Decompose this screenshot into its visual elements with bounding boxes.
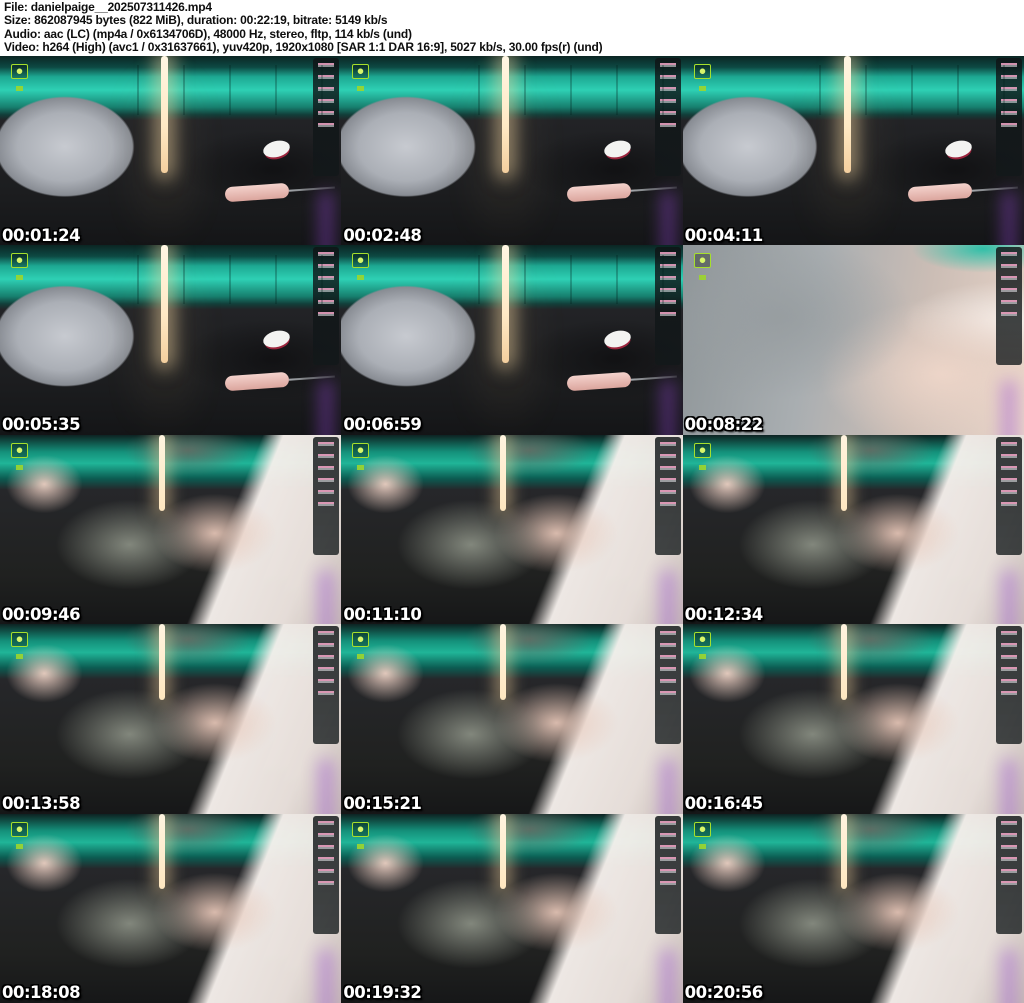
video-thumbnail: 00:12:34: [682, 434, 1024, 625]
overlay-panel-shape: [654, 626, 681, 745]
stream-badge-icon: [693, 253, 711, 269]
thumbnail-image-placeholder: [0, 56, 342, 246]
thumbnail-image-placeholder: [0, 813, 342, 1003]
overlay-panel-shape: [313, 436, 340, 555]
thumbnail-image-placeholder: [682, 245, 1024, 435]
thumbnail-image-placeholder: [682, 624, 1024, 814]
stream-badge-icon: [352, 632, 370, 648]
stream-badge-icon: [352, 821, 370, 837]
video-thumbnail: 00:01:24: [0, 56, 342, 246]
timestamp-label: 00:19:32: [343, 983, 422, 1003]
video-info-line: Video: h264 (High) (avc1 / 0x31637661), …: [4, 40, 603, 55]
thumbnail-image-placeholder: [0, 245, 342, 435]
overlay-panel-shape: [313, 626, 340, 745]
stream-badge-icon: [11, 442, 28, 458]
overlay-panel-shape: [654, 247, 681, 366]
thumbnail-image-placeholder: [341, 56, 683, 246]
pink-object-shape: [907, 182, 973, 202]
video-thumbnail: 00:09:46: [0, 434, 342, 625]
mouse-object-shape: [602, 138, 633, 161]
timestamp-label: 00:15:21: [343, 794, 422, 814]
video-thumbnail: 00:08:22: [682, 245, 1024, 435]
timestamp-label: 00:11:10: [343, 604, 422, 624]
video-thumbnail: 00:06:59: [341, 245, 683, 435]
overlay-panel-shape: [654, 58, 681, 176]
thumbnail-image-placeholder: [341, 813, 683, 1003]
timestamp-label: 00:08:22: [684, 415, 764, 435]
thumbnail-image-placeholder: [0, 624, 342, 814]
video-thumbnail: 00:11:10: [341, 434, 683, 625]
overlay-panel-shape: [996, 436, 1022, 555]
stream-badge-icon: [693, 442, 711, 458]
stream-badge-icon: [11, 253, 28, 269]
overlay-panel-shape: [996, 815, 1022, 934]
stream-badge-icon: [352, 64, 370, 79]
stream-badge-icon: [11, 821, 28, 837]
audio-info-line: Audio: aac (LC) (mp4a / 0x6134706D), 480…: [4, 26, 412, 41]
timestamp-label: 00:04:11: [684, 225, 764, 245]
stream-badge-icon: [693, 821, 711, 837]
thumbnail-image-placeholder: [682, 813, 1024, 1003]
timestamp-label: 00:12:34: [684, 604, 764, 624]
timestamp-label: 00:16:45: [684, 794, 764, 814]
video-thumbnail: 00:13:58: [0, 624, 342, 814]
video-thumbnail: 00:02:48: [341, 56, 683, 246]
overlay-panel-shape: [654, 815, 681, 934]
overlay-panel-shape: [313, 58, 340, 176]
stream-badge-icon: [693, 632, 711, 648]
timestamp-label: 00:06:59: [343, 415, 422, 435]
thumbnail-image-placeholder: [0, 434, 342, 625]
mouse-object-shape: [261, 138, 292, 161]
video-thumbnail: 00:15:21: [341, 624, 683, 814]
stream-badge-icon: [11, 64, 28, 79]
mouse-object-shape: [602, 327, 633, 350]
overlay-panel-shape: [654, 436, 681, 555]
pink-object-shape: [224, 182, 290, 202]
stream-badge-icon: [11, 632, 28, 648]
stream-badge-icon: [352, 253, 370, 269]
thumbnail-image-placeholder: [341, 434, 683, 625]
pink-object-shape: [566, 182, 632, 202]
overlay-panel-shape: [996, 58, 1022, 176]
video-metadata-header: File: danielpaige__202507311426.mp4 Size…: [0, 0, 1024, 56]
thumbnail-image-placeholder: [682, 56, 1024, 246]
thumbnail-image-placeholder: [341, 245, 683, 435]
pink-object-shape: [224, 371, 290, 392]
timestamp-label: 00:09:46: [2, 604, 81, 624]
video-thumbnail: 00:16:45: [682, 624, 1024, 814]
timestamp-label: 00:20:56: [684, 983, 764, 1003]
size-info-line: Size: 862087945 bytes (822 MiB), duratio…: [4, 13, 388, 28]
stream-badge-icon: [352, 442, 370, 458]
timestamp-label: 00:18:08: [2, 983, 81, 1003]
file-info-line: File: danielpaige__202507311426.mp4: [4, 0, 212, 14]
timestamp-label: 00:01:24: [2, 225, 81, 245]
video-thumbnail: 00:20:56: [682, 813, 1024, 1003]
thumbnail-image-placeholder: [341, 624, 683, 814]
stream-badge-icon: [693, 64, 711, 79]
thumbnail-image-placeholder: [682, 434, 1024, 625]
thumbnail-grid: 00:01:24 00:02:48 00:04:11 00:05:35 00:0…: [0, 56, 1024, 1003]
timestamp-label: 00:02:48: [343, 225, 422, 245]
video-thumbnail: 00:18:08: [0, 813, 342, 1003]
overlay-panel-shape: [313, 247, 340, 366]
overlay-panel-shape: [313, 815, 340, 934]
video-thumbnail: 00:19:32: [341, 813, 683, 1003]
overlay-panel-shape: [996, 247, 1022, 366]
overlay-panel-shape: [996, 626, 1022, 745]
mouse-object-shape: [943, 138, 975, 161]
timestamp-label: 00:13:58: [2, 794, 81, 814]
pink-object-shape: [566, 371, 632, 392]
timestamp-label: 00:05:35: [2, 415, 81, 435]
video-thumbnail: 00:05:35: [0, 245, 342, 435]
video-thumbnail: 00:04:11: [682, 56, 1024, 246]
mouse-object-shape: [261, 327, 292, 350]
